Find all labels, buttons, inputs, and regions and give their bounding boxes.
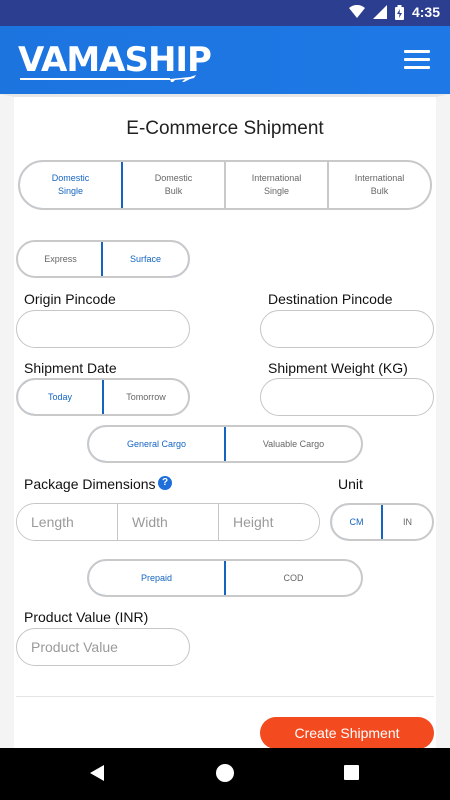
battery-icon bbox=[394, 4, 404, 20]
shipment-date-label: Shipment Date bbox=[24, 360, 117, 376]
airplane-icon bbox=[170, 75, 196, 82]
shipment-weight-input[interactable] bbox=[260, 378, 434, 416]
wifi-icon bbox=[348, 5, 365, 18]
origin-pincode-input[interactable] bbox=[16, 310, 190, 348]
length-input[interactable] bbox=[17, 504, 117, 540]
home-icon[interactable] bbox=[216, 764, 234, 782]
page-title: E-Commerce Shipment bbox=[126, 118, 324, 139]
shipment-type-international-bulk[interactable]: International Bulk bbox=[327, 162, 430, 208]
origin-pincode-label: Origin Pincode bbox=[24, 291, 116, 307]
shipment-type-domestic-single[interactable]: Domestic Single bbox=[20, 162, 123, 208]
unit-cm[interactable]: CM bbox=[332, 505, 383, 539]
destination-pincode-label: Destination Pincode bbox=[268, 291, 393, 307]
shipment-date-selector: Today Tomorrow bbox=[16, 378, 190, 416]
logo-underline bbox=[20, 78, 170, 80]
shipment-type-domestic-bulk[interactable]: Domestic Bulk bbox=[121, 162, 224, 208]
cargo-general[interactable]: General Cargo bbox=[89, 427, 226, 461]
signal-icon bbox=[372, 5, 387, 19]
status-icons: 4:35 bbox=[348, 4, 440, 20]
help-icon[interactable]: ? bbox=[158, 476, 172, 490]
product-value-input[interactable] bbox=[16, 628, 190, 666]
mode-surface[interactable]: Surface bbox=[101, 242, 188, 276]
payment-cod[interactable]: COD bbox=[224, 561, 361, 595]
cargo-selector: General Cargo Valuable Cargo bbox=[87, 425, 363, 463]
package-dimensions-inputs bbox=[16, 503, 320, 541]
shipment-weight-label: Shipment Weight (KG) bbox=[268, 360, 408, 376]
app-header: VAMASHIP bbox=[0, 26, 450, 94]
unit-in[interactable]: IN bbox=[381, 505, 432, 539]
mode-selector: Express Surface bbox=[16, 240, 190, 278]
mode-express[interactable]: Express bbox=[18, 242, 103, 276]
unit-selector: CM IN bbox=[330, 503, 434, 541]
hamburger-menu-icon[interactable] bbox=[404, 50, 430, 70]
package-dimensions-label: Package Dimensions bbox=[24, 476, 156, 492]
create-shipment-button[interactable]: Create Shipment bbox=[260, 717, 434, 749]
payment-prepaid[interactable]: Prepaid bbox=[89, 561, 226, 595]
destination-pincode-input[interactable] bbox=[260, 310, 434, 348]
cargo-valuable[interactable]: Valuable Cargo bbox=[224, 427, 361, 461]
shipment-type-selector: Domestic Single Domestic Bulk Internationa… bbox=[18, 160, 432, 210]
status-bar: 4:35 bbox=[0, 0, 450, 26]
navigation-bar bbox=[0, 748, 450, 800]
unit-label: Unit bbox=[338, 476, 363, 492]
payment-selector: Prepaid COD bbox=[87, 559, 363, 597]
shipment-date-tomorrow[interactable]: Tomorrow bbox=[102, 380, 188, 414]
recent-apps-icon[interactable] bbox=[344, 765, 359, 780]
divider bbox=[16, 696, 434, 697]
product-value-label: Product Value (INR) bbox=[24, 609, 149, 625]
height-input[interactable] bbox=[218, 504, 319, 540]
width-input[interactable] bbox=[117, 504, 218, 540]
back-icon[interactable] bbox=[90, 765, 104, 781]
status-time: 4:35 bbox=[411, 4, 440, 20]
shipment-type-international-single[interactable]: International Single bbox=[224, 162, 327, 208]
shipment-date-today[interactable]: Today bbox=[18, 380, 104, 414]
